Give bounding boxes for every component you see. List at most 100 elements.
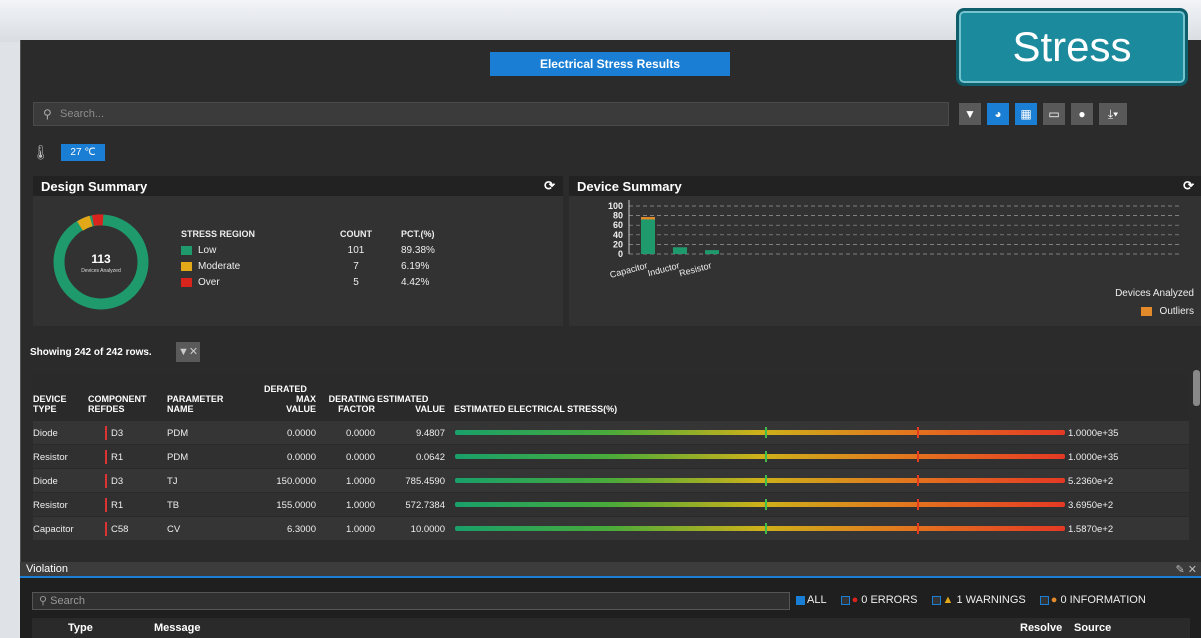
grid-scroll-thumb[interactable] [1193, 370, 1200, 406]
stress-bar [455, 523, 1065, 534]
refdes-marker [105, 522, 107, 536]
table-row[interactable]: Resistor R1 PDM 0.0000 0.0000 0.0642 1.0000e+3… [33, 444, 1189, 468]
filter-warnings[interactable]: ▲ 1 WARNINGS [931, 594, 1026, 606]
checkbox-icon[interactable] [840, 595, 850, 605]
header-count: COUNT [340, 229, 372, 239]
col-derating-factor[interactable]: DERATING FACTOR [319, 394, 375, 414]
stress-bar [455, 499, 1065, 510]
legend-outliers: Outliers [1140, 306, 1194, 317]
design-summary-header: Design Summary ⟳ [33, 176, 563, 196]
checkbox-icon[interactable] [1039, 595, 1049, 605]
col-parameter-name[interactable]: PARAMETER NAME [167, 394, 223, 414]
stress-row-low: Low 101 89.38% [181, 242, 471, 258]
col-resolve[interactable]: Resolve [1020, 622, 1062, 634]
y-tick-label: 80 [613, 211, 623, 221]
cell-device: Capacitor [33, 524, 74, 535]
stress-row-over: Over 5 4.42% [181, 274, 471, 290]
cell-param: PDM [167, 452, 189, 463]
search-placeholder: Search... [60, 108, 105, 120]
threshold-marker-moderate [765, 523, 767, 534]
col-derated-max-value[interactable]: DERATED MAX VALUE [258, 384, 316, 414]
col-type[interactable]: Type [68, 622, 93, 634]
filter-errors[interactable]: ● 0 ERRORS [840, 594, 918, 606]
cell-refdes: R1 [111, 452, 124, 463]
bar-analyzed [641, 219, 655, 254]
cell-param: CV [167, 524, 181, 535]
pie-chart-icon[interactable]: ◕ [987, 103, 1009, 125]
stress-results-window: Electrical Stress Results ⚲ Search... ▼ … [20, 40, 1201, 638]
refdes-marker [105, 498, 107, 512]
cell-refdes: D3 [111, 476, 124, 487]
cell-param: TB [167, 500, 180, 511]
bar-outliers [641, 217, 655, 220]
report-icon[interactable]: ▭ [1043, 103, 1065, 125]
rows-info: Showing 242 of 242 rows. [30, 347, 152, 358]
col-device-type[interactable]: DEVICE TYPE [33, 394, 67, 414]
cell-refdes: C58 [111, 524, 129, 535]
header-stress-region: STRESS REGION [181, 229, 256, 239]
pin-close-icon[interactable]: ✎ ✕ [1176, 563, 1198, 576]
cell-est: 9.4807 [415, 428, 445, 439]
cell-param: PDM [167, 428, 189, 439]
download-icon[interactable]: ⤓▾ [1099, 103, 1127, 125]
threshold-marker-over [917, 499, 919, 510]
stress-badge: Stress [956, 8, 1188, 86]
bulb-icon[interactable]: ● [1071, 103, 1093, 125]
y-tick-label: 60 [613, 220, 623, 230]
stress-bar [455, 427, 1065, 438]
col-component-refdes[interactable]: COMPONENT REFDES [88, 394, 147, 414]
clear-filter-icon[interactable]: ▼✕ [176, 342, 200, 362]
grid-header: DEVICE TYPE COMPONENT REFDES PARAMETER NAME… [33, 374, 1189, 418]
cell-est: 10.0000 [410, 524, 445, 535]
col-estimated-stress[interactable]: ESTIMATED ELECTRICAL STRESS(%) [454, 404, 617, 414]
donut-label: Devices Analyzed [81, 268, 121, 274]
cell-device: Diode [33, 428, 58, 439]
cell-stress: 1.0000e+35 [1068, 452, 1119, 463]
cell-factor: 0.0000 [345, 428, 375, 439]
refresh-icon[interactable]: ⟳ [1183, 178, 1194, 194]
table-row[interactable]: Diode D3 PDM 0.0000 0.0000 9.4807 1.0000e+35 [33, 420, 1189, 444]
cell-derated: 6.3000 [286, 524, 316, 535]
threshold-marker-moderate [765, 499, 767, 510]
cell-factor: 1.0000 [345, 500, 375, 511]
filter-all[interactable]: ALL [796, 594, 827, 606]
table-row[interactable]: Resistor R1 TB 155.0000 1.0000 572.7384 3.6950… [33, 492, 1189, 516]
col-source[interactable]: Source [1074, 622, 1111, 634]
region-count: 101 [347, 244, 365, 256]
refdes-marker [105, 474, 107, 488]
bar-analyzed [705, 250, 719, 254]
design-summary-panel: Design Summary ⟳ 113 Devices Analyzed ST… [33, 176, 563, 326]
threshold-marker-over [917, 451, 919, 462]
stress-region-table: STRESS REGION COUNT PCT.(%) Low 101 89.3… [181, 226, 471, 290]
violation-filters: ALL ● 0 ERRORS ▲ 1 WARNINGS ● 0 INFORMAT… [796, 594, 1146, 606]
violation-search-input[interactable]: ⚲ Search [32, 592, 790, 610]
table-row[interactable]: Diode D3 TJ 150.0000 1.0000 785.4590 5.2360e+2 [33, 468, 1189, 492]
stress-bar [455, 475, 1065, 486]
warning-icon: ▲ [942, 594, 957, 606]
design-summary-title: Design Summary [41, 179, 148, 194]
stress-donut: 113 Devices Analyzed [51, 212, 151, 312]
legend-outliers-label: Outliers [1159, 306, 1194, 317]
refdes-marker [105, 450, 107, 464]
cell-derated: 150.0000 [276, 476, 316, 487]
swatch-moderate [181, 261, 192, 271]
filter-information[interactable]: ● 0 INFORMATION [1039, 594, 1146, 606]
toolbar: ▼ ◕ ▦ ▭ ● ⤓▾ [959, 103, 1127, 125]
swatch-low [181, 245, 192, 255]
table-icon[interactable]: ▦ [1015, 103, 1037, 125]
search-input[interactable]: ⚲ Search... [33, 102, 949, 126]
checkbox-icon[interactable] [796, 595, 805, 605]
violation-grid-header: Type Message Resolve Source [32, 618, 1190, 638]
temperature-badge[interactable]: 27 ℃ [61, 144, 105, 161]
table-row[interactable]: Capacitor C58 CV 6.3000 1.0000 10.0000 1.5870e… [33, 516, 1189, 540]
col-message[interactable]: Message [154, 622, 200, 634]
cell-stress: 1.5870e+2 [1068, 524, 1114, 535]
filter-icon[interactable]: ▼ [959, 103, 981, 125]
threshold-marker-moderate [765, 451, 767, 462]
cell-param: TJ [167, 476, 178, 487]
col-estimated-value[interactable]: ESTIMATED VALUE [377, 394, 445, 414]
refresh-icon[interactable]: ⟳ [544, 178, 555, 194]
page-title-button[interactable]: Electrical Stress Results [490, 52, 730, 76]
cell-derated: 0.0000 [286, 452, 316, 463]
checkbox-icon[interactable] [931, 595, 941, 605]
